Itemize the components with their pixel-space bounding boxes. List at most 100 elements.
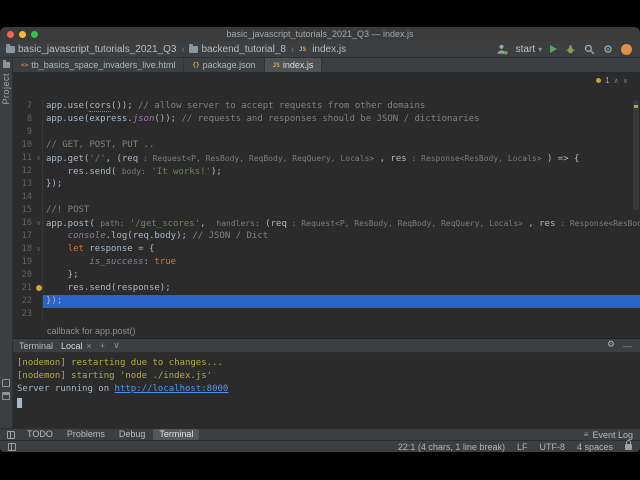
- token-plain: ) => {: [541, 154, 580, 164]
- code-line-15[interactable]: 15 //! POST: [13, 204, 640, 217]
- code-line-23[interactable]: 23: [13, 308, 640, 321]
- event-log-button[interactable]: ≡ Event Log: [584, 430, 633, 440]
- warning-stripe-mark[interactable]: [634, 105, 638, 108]
- token-hint: body:: [121, 167, 146, 176]
- line-separator[interactable]: LF: [517, 442, 528, 452]
- code-text: app.use(express.json()); // requests and…: [43, 113, 640, 126]
- editor-tab-index.js[interactable]: JS index.js: [264, 58, 323, 72]
- intention-bulb-icon[interactable]: [35, 285, 42, 291]
- toolwindow-toggle-icon[interactable]: [8, 442, 16, 451]
- terminal-text: [nodemon] starting 'node ./index.js': [17, 371, 213, 381]
- editor-tab-tb_basics_space_invaders_live.html[interactable]: <> tb_basics_space_invaders_live.html: [13, 58, 185, 72]
- code-line-18[interactable]: 18 ∨ let response = {: [13, 243, 640, 256]
- minimize-button[interactable]: [19, 30, 26, 38]
- token-plain: .log(req.body);: [105, 231, 193, 241]
- line-number[interactable]: 23: [13, 308, 35, 321]
- prev-issue-icon[interactable]: ∧: [614, 77, 619, 85]
- code-line-20[interactable]: 20 };: [13, 269, 640, 282]
- line-number[interactable]: 14: [13, 191, 35, 204]
- intention-gutter[interactable]: [35, 282, 43, 295]
- event-log-label: Event Log: [592, 429, 633, 440]
- close-icon[interactable]: ×: [87, 341, 92, 351]
- terminal-tab-local[interactable]: Local ×: [61, 341, 92, 351]
- token-str: 'It works!': [145, 167, 211, 177]
- code-line-8[interactable]: 8 app.use(express.json()); // requests an…: [13, 113, 640, 126]
- hide-tool-window-icon[interactable]: —: [623, 341, 632, 351]
- line-number[interactable]: 11: [13, 152, 35, 165]
- token-hint: : Response<ResBody, Locals>: [560, 219, 640, 228]
- indent-info[interactable]: 4 spaces: [577, 442, 613, 452]
- line-number[interactable]: 22: [13, 295, 35, 308]
- line-number[interactable]: 7: [13, 100, 35, 113]
- editor-scrollbar[interactable]: [632, 73, 640, 325]
- line-number[interactable]: 10: [13, 139, 35, 152]
- profile-avatar[interactable]: [621, 43, 632, 55]
- debug-bug-icon[interactable]: [565, 44, 576, 55]
- line-number[interactable]: 20: [13, 269, 35, 282]
- run-button[interactable]: [550, 45, 558, 53]
- breadcrumb-item-basic_javascript_tutorials_2021_Q3[interactable]: basic_javascript_tutorials_2021_Q3: [6, 43, 176, 55]
- line-number[interactable]: 9: [13, 126, 35, 139]
- file-encoding[interactable]: UTF-8: [539, 442, 565, 452]
- search-icon[interactable]: [584, 44, 595, 55]
- line-number[interactable]: 8: [13, 113, 35, 126]
- breadcrumb-item-index.js[interactable]: JS index.js: [299, 44, 346, 55]
- run-config-selector[interactable]: start ▾: [516, 44, 542, 55]
- fold-gutter: [35, 295, 43, 308]
- close-button[interactable]: [7, 30, 14, 38]
- new-terminal-button[interactable]: +: [100, 341, 105, 351]
- line-number[interactable]: 19: [13, 256, 35, 269]
- tool-window-todo[interactable]: TODO: [21, 429, 59, 440]
- code-editor[interactable]: 7 app.use(cors()); // allow server to acc…: [13, 73, 640, 325]
- code-line-7[interactable]: 7 app.use(cors()); // allow server to acc…: [13, 100, 640, 113]
- breadcrumb-item-backend_tutorial_8[interactable]: backend_tutorial_8: [189, 43, 286, 55]
- code-line-11[interactable]: 11 ∨ app.get('/', (req : Request<P, ResBod…: [13, 152, 640, 165]
- code-line-19[interactable]: 19 is_success: true: [13, 256, 640, 269]
- tool-window-debug[interactable]: Debug: [113, 429, 152, 440]
- terminal-header: Terminal Local × + ∨ ⚙ —: [13, 338, 640, 353]
- line-number[interactable]: 17: [13, 230, 35, 243]
- line-number[interactable]: 21: [13, 282, 35, 295]
- code-text: };: [43, 269, 640, 282]
- line-number[interactable]: 13: [13, 178, 35, 191]
- fold-gutter[interactable]: ∨: [35, 152, 43, 165]
- terminal-dropdown-icon[interactable]: ∨: [113, 340, 120, 351]
- settings-gear-icon[interactable]: ⚙: [603, 44, 613, 55]
- line-number[interactable]: 16: [13, 217, 35, 230]
- tool-window-buttons: TODO Problems Debug Terminal: [21, 429, 200, 440]
- line-number[interactable]: 15: [13, 204, 35, 217]
- code-line-22[interactable]: 22});: [13, 295, 640, 308]
- code-line-12[interactable]: 12 res.send( body: 'It works!');: [13, 165, 640, 178]
- tool-window-terminal[interactable]: Terminal: [153, 429, 200, 440]
- next-issue-icon[interactable]: ∨: [623, 77, 628, 85]
- caret-position[interactable]: 22:1 (4 chars, 1 line break): [398, 442, 505, 452]
- terminal-link[interactable]: http://localhost:8000: [115, 384, 229, 394]
- fold-gutter: [35, 204, 43, 217]
- fold-gutter[interactable]: ∨: [35, 217, 43, 230]
- scrollbar-thumb[interactable]: [633, 100, 639, 210]
- line-number[interactable]: 18: [13, 243, 35, 256]
- code-line-14[interactable]: 14: [13, 191, 640, 204]
- editor-tab-package.json[interactable]: {} package.json: [184, 58, 265, 72]
- zoom-button[interactable]: [31, 30, 38, 38]
- fold-gutter[interactable]: ∨: [35, 243, 43, 256]
- code-line-17[interactable]: 17 console.log(req.body); // JSON / Dict: [13, 230, 640, 243]
- code-line-10[interactable]: 10 // GET, POST, PUT ..: [13, 139, 640, 152]
- terminal-settings-icon[interactable]: ⚙: [607, 341, 615, 350]
- favorites-tool-icon[interactable]: [2, 392, 10, 400]
- user-avatar-icon[interactable]: [496, 43, 508, 55]
- code-line-21[interactable]: 21 res.send(response);: [13, 282, 640, 295]
- inspections-widget[interactable]: 1 ∧ ∨: [596, 76, 628, 85]
- code-line-9[interactable]: 9: [13, 126, 640, 139]
- project-tool-icon[interactable]: [2, 60, 10, 68]
- code-line-16[interactable]: 16 ∨ app.post( path: '/get_scores', handle…: [13, 217, 640, 230]
- line-number[interactable]: 12: [13, 165, 35, 178]
- readonly-lock-icon[interactable]: [625, 439, 632, 450]
- tool-window-problems[interactable]: Problems: [61, 429, 111, 440]
- project-tool-label[interactable]: Project: [1, 73, 11, 105]
- code-line-13[interactable]: 13});: [13, 178, 640, 191]
- structure-tool-icon[interactable]: [2, 379, 10, 387]
- terminal-output[interactable]: [nodemon] restarting due to changes... [n…: [13, 353, 640, 428]
- window-layout-icon[interactable]: [7, 430, 15, 439]
